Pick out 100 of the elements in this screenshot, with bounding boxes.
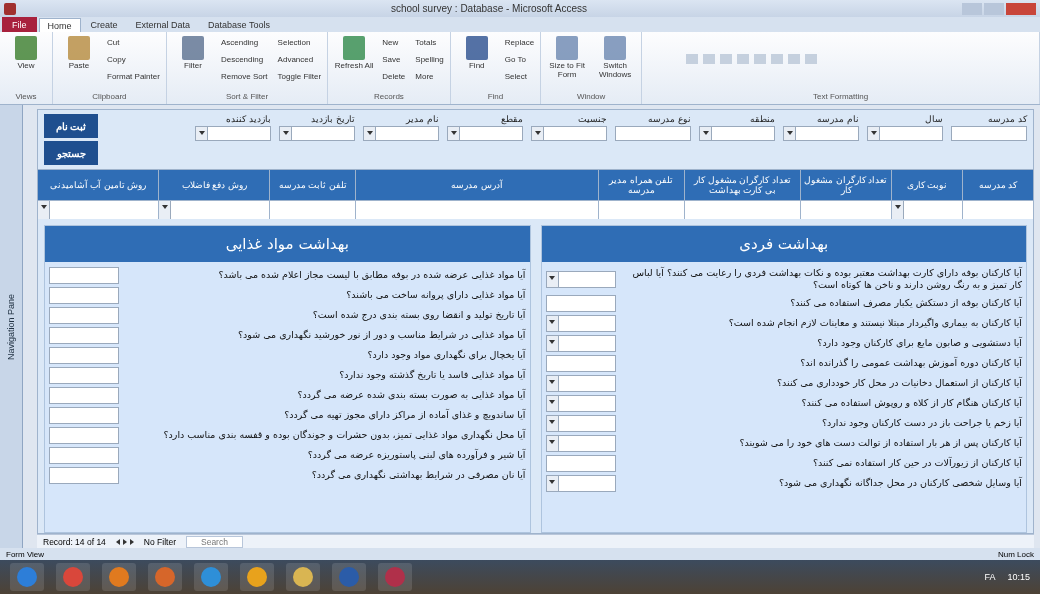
- record-nav-arrows-icon[interactable]: [115, 538, 134, 545]
- column-header: روش دفع فاضلاب: [159, 170, 269, 200]
- question-label: آیا دستشویی و صابون مایع برای کارکنان وجود دارد؟: [816, 337, 1022, 350]
- answer-field[interactable]: [49, 407, 119, 424]
- input-field[interactable]: [599, 201, 684, 219]
- answer-combo-box[interactable]: [545, 414, 616, 432]
- answer-field[interactable]: [545, 454, 616, 472]
- filter-field[interactable]: [615, 126, 691, 141]
- answer-combo-box[interactable]: [545, 374, 616, 392]
- window-controls-icon[interactable]: [962, 2, 1036, 15]
- filter-label: منطقه: [749, 114, 775, 124]
- ribbon-small-button[interactable]: Delete: [380, 68, 408, 85]
- navigation-pane[interactable]: Navigation Pane: [0, 105, 23, 548]
- answer-field[interactable]: [545, 354, 616, 372]
- ribbon-small-button[interactable]: More: [413, 68, 446, 85]
- filter-combo-box[interactable]: [447, 126, 523, 141]
- ribbon-tab[interactable]: Home: [38, 18, 81, 32]
- answer-field[interactable]: [49, 267, 119, 284]
- answer-combo-box[interactable]: [545, 434, 616, 452]
- input-field[interactable]: [270, 201, 355, 219]
- ribbon-small-button[interactable]: Advanced: [275, 51, 324, 68]
- input-field[interactable]: [963, 201, 1033, 219]
- input-field[interactable]: [801, 201, 891, 219]
- answer-field[interactable]: [49, 387, 119, 404]
- form-button[interactable]: جستجو: [44, 141, 98, 165]
- taskbar-app-icon[interactable]: [56, 563, 90, 591]
- question-label: آیا مواد غذایی به صورت بسته بندی شده عرضه می گردد؟: [296, 389, 526, 402]
- access-icon[interactable]: [4, 2, 16, 15]
- clock[interactable]: 10:15: [1007, 572, 1030, 582]
- filter-combo-box[interactable]: [195, 126, 271, 141]
- combo-box[interactable]: [892, 201, 962, 219]
- taskbar-app-icon[interactable]: [194, 563, 228, 591]
- question-label: آیا وسایل شخصی کارکنان در محل جداگانه نگهداری می شود؟: [777, 477, 1022, 490]
- ribbon-button[interactable]: Size to Fit Form: [545, 34, 590, 82]
- ribbon-button[interactable]: Paste: [57, 34, 101, 73]
- input-field[interactable]: [356, 201, 598, 219]
- ribbon-small-button[interactable]: Ascending: [218, 34, 270, 51]
- answer-field[interactable]: [49, 307, 119, 324]
- status-text: Form View: [6, 549, 45, 559]
- ribbon-button[interactable]: Filter: [170, 34, 215, 73]
- language-indicator[interactable]: FA: [984, 572, 996, 582]
- ribbon-small-button[interactable]: Save: [380, 51, 408, 68]
- answer-field[interactable]: [545, 294, 616, 312]
- form-button[interactable]: ثبت نام: [44, 114, 98, 138]
- ribbon-small-button[interactable]: Cut: [105, 34, 162, 51]
- answer-field[interactable]: [49, 347, 119, 364]
- ribbon-small-button[interactable]: Toggle Filter: [275, 68, 324, 85]
- answer-field[interactable]: [49, 287, 119, 304]
- ribbon-small-button[interactable]: Remove Sort: [218, 68, 270, 85]
- column-header: تعداد کارگران مشغول کار: [801, 170, 891, 200]
- answer-combo-box[interactable]: [545, 270, 616, 288]
- taskbar-app-icon[interactable]: [148, 563, 182, 591]
- ribbon-small-button[interactable]: Spelling: [413, 51, 446, 68]
- filter-combo-box[interactable]: [279, 126, 355, 141]
- taskbar-app-icon[interactable]: [286, 563, 320, 591]
- ribbon-button[interactable]: Find: [454, 34, 499, 73]
- ribbon-button[interactable]: View: [4, 34, 48, 73]
- ribbon-small-button[interactable]: Descending: [218, 51, 270, 68]
- ribbon-small-button[interactable]: Selection: [275, 34, 324, 51]
- ribbon-small-button[interactable]: Totals: [413, 34, 446, 51]
- file-tab[interactable]: File: [2, 17, 37, 32]
- answer-field[interactable]: [49, 367, 119, 384]
- question-label: آیا کارکنان بوفه دارای کارت بهداشت معتبر بوده و نکات بهداشت فردی را رعایت می کنند؟ آیا لباس کار تمیز و به رنگ روشن دارند و ناخن ها کوتاه است؟: [631, 267, 1022, 292]
- answer-field[interactable]: [49, 327, 119, 344]
- ribbon-tab[interactable]: External Data: [127, 18, 199, 32]
- ribbon-small-button[interactable]: Replace: [502, 34, 537, 51]
- filter-label: مقطع: [500, 114, 523, 124]
- answer-combo-box[interactable]: [545, 314, 616, 332]
- filter-combo-box[interactable]: [783, 126, 859, 141]
- ribbon-group-label: Records: [373, 92, 405, 103]
- filter-field[interactable]: [951, 126, 1027, 141]
- taskbar-app-icon[interactable]: [102, 563, 136, 591]
- ribbon-button[interactable]: Switch Windows: [593, 34, 638, 82]
- ribbon-tab[interactable]: Create: [82, 18, 126, 32]
- answer-field[interactable]: [49, 447, 119, 464]
- ribbon-small-button[interactable]: Select: [502, 68, 537, 85]
- filter-combo-box[interactable]: [531, 126, 607, 141]
- ribbon-tab[interactable]: Database Tools: [200, 18, 278, 32]
- answer-combo-box[interactable]: [545, 334, 616, 352]
- taskbar-app-icon[interactable]: [10, 563, 44, 591]
- answer-combo-box[interactable]: [545, 474, 616, 492]
- section-title: بهداشت مواد غذایی: [45, 226, 530, 262]
- ribbon-button[interactable]: Refresh All: [332, 34, 377, 73]
- answer-field[interactable]: [49, 467, 119, 484]
- filter-combo-box[interactable]: [867, 126, 943, 141]
- ribbon-small-button[interactable]: Format Painter: [105, 68, 162, 85]
- taskbar-app-icon[interactable]: [240, 563, 274, 591]
- input-field[interactable]: [685, 201, 800, 219]
- ribbon-small-button[interactable]: New: [380, 34, 408, 51]
- filter-combo-box[interactable]: [363, 126, 439, 141]
- search-field[interactable]: Search: [186, 535, 243, 548]
- answer-field[interactable]: [49, 427, 119, 444]
- filter-label: نام مدیر: [404, 114, 439, 124]
- filter-combo-box[interactable]: [699, 126, 775, 141]
- column-header: نوبت کاری: [892, 170, 962, 200]
- answer-combo-box[interactable]: [545, 394, 616, 412]
- filter-indicator[interactable]: No Filter: [143, 536, 176, 547]
- ribbon-small-button[interactable]: Go To: [502, 51, 537, 68]
- ribbon-small-button[interactable]: Copy: [105, 51, 162, 68]
- question-label: آیا مواد غذایی عرضه شده در بوفه مطابق با لیست مجاز اعلام شده می باشد؟: [217, 269, 526, 282]
